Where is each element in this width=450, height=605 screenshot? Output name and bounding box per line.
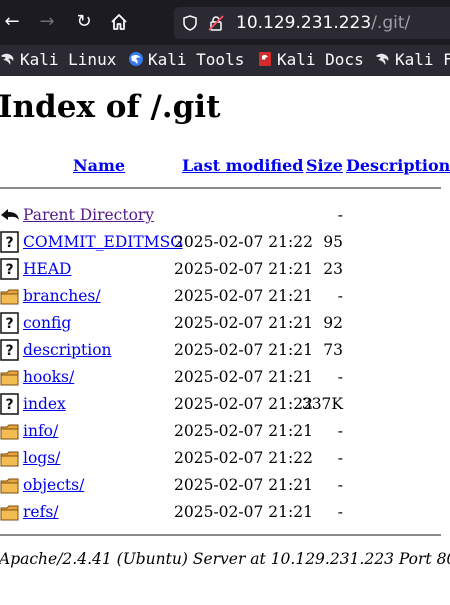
file-link[interactable]: branches/ [23, 286, 101, 306]
forward-arrow-icon[interactable]: → [36, 11, 58, 33]
svg-text:?: ? [5, 262, 13, 278]
bookmarks-bar: Kali Linux Kali Tools Kali Docs Kali F [0, 45, 450, 76]
server-signature: Apache/2.4.41 (Ubuntu) Server at 10.129.… [0, 550, 450, 568]
parent-directory-link[interactable]: Parent Directory [23, 205, 154, 225]
svg-text:?: ? [5, 343, 13, 359]
reload-icon[interactable]: ↻ [73, 11, 95, 33]
unknown-file-icon: ? [0, 258, 20, 280]
bookmark-kali-tools[interactable]: Kali Tools [128, 49, 244, 71]
kali-dragon-icon [1, 53, 14, 65]
folder-icon [0, 366, 20, 388]
url-host: 10.129.231.223 [236, 13, 372, 33]
size-cell: 23 [323, 260, 343, 278]
last-modified-cell: 2025-02-07 21:21 [174, 476, 313, 494]
folder-icon [0, 447, 20, 469]
last-modified-cell: 2025-02-07 21:21 [174, 287, 313, 305]
file-link[interactable]: info/ [23, 421, 58, 441]
bookmark-label: Kali Docs [277, 50, 364, 69]
bookmark-kali-forums[interactable]: Kali F [375, 49, 450, 71]
size-cell: - [337, 476, 343, 494]
home-icon[interactable] [108, 11, 130, 33]
file-link[interactable]: COMMIT_EDITMSG [23, 232, 183, 252]
size-cell: - [337, 206, 343, 224]
size-cell: 95 [323, 233, 343, 251]
size-cell: - [337, 368, 343, 386]
file-link[interactable]: HEAD [23, 259, 71, 279]
file-link[interactable]: config [23, 313, 71, 333]
folder-icon [0, 501, 20, 523]
table-row: ? COMMIT_EDITMSG 2025-02-07 21:22 95 [0, 229, 450, 256]
file-link[interactable]: logs/ [23, 448, 60, 468]
last-modified-cell: 2025-02-07 21:21 [174, 422, 313, 440]
svg-text:?: ? [5, 235, 13, 251]
last-modified-cell: 2025-02-07 21:21 [174, 368, 313, 386]
page-content: Index of /.git Name Last modified Size D… [0, 76, 450, 605]
footer-divider [0, 534, 441, 536]
table-row: logs/2025-02-07 21:22 - [0, 445, 450, 472]
column-header-name[interactable]: Name [73, 156, 125, 176]
size-cell: - [337, 422, 343, 440]
table-row: refs/2025-02-07 21:21 - [0, 499, 450, 526]
svg-text:?: ? [5, 397, 13, 413]
table-row: ? index 2025-02-07 21:22 337K [0, 391, 450, 418]
header-divider [0, 187, 441, 189]
last-modified-cell: 2025-02-07 21:21 [174, 503, 313, 521]
size-cell: - [337, 503, 343, 521]
kali-docs-icon [259, 52, 271, 66]
table-row: branches/2025-02-07 21:21 - [0, 283, 450, 310]
table-row: hooks/2025-02-07 21:21 - [0, 364, 450, 391]
file-link[interactable]: index [23, 394, 66, 414]
browser-toolbar: ← → ↻ 10.129.231.223/.git/ [0, 0, 450, 45]
folder-icon [0, 474, 20, 496]
last-modified-cell: 2025-02-07 21:21 [174, 341, 313, 359]
size-cell: 92 [323, 314, 343, 332]
unknown-file-icon: ? [0, 339, 20, 361]
table-row: ? HEAD 2025-02-07 21:21 23 [0, 256, 450, 283]
column-header-last-modified[interactable]: Last modified [182, 156, 303, 176]
back-arrow-icon[interactable]: ← [1, 11, 23, 33]
folder-icon [0, 420, 20, 442]
kali-dragon-icon [376, 53, 389, 65]
file-link[interactable]: objects/ [23, 475, 84, 495]
last-modified-cell: 2025-02-07 21:21 [174, 314, 313, 332]
unknown-file-icon: ? [0, 393, 20, 415]
bookmark-label: Kali Linux [20, 50, 117, 69]
column-header-description[interactable]: Description [346, 156, 450, 176]
tracking-shield-icon[interactable] [182, 15, 198, 31]
size-cell: - [337, 287, 343, 305]
table-row: info/2025-02-07 21:21 - [0, 418, 450, 445]
column-header-size[interactable]: Size [306, 156, 343, 176]
bookmark-kali-docs[interactable]: Kali Docs [257, 49, 364, 71]
last-modified-cell: 2025-02-07 21:22 [174, 395, 313, 413]
table-row: ? description 2025-02-07 21:21 73 [0, 337, 450, 364]
size-cell: 73 [323, 341, 343, 359]
table-row: objects/2025-02-07 21:21 - [0, 472, 450, 499]
size-cell: - [337, 449, 343, 467]
insecure-lock-icon[interactable] [208, 15, 224, 31]
file-link[interactable]: refs/ [23, 502, 59, 522]
bookmark-label: Kali Tools [148, 50, 245, 69]
page-title: Index of /.git [0, 89, 221, 125]
back-icon [0, 204, 20, 226]
kali-tools-icon [129, 52, 143, 66]
url-text[interactable]: 10.129.231.223/.git/ [236, 12, 410, 34]
address-bar[interactable]: 10.129.231.223/.git/ [174, 7, 450, 39]
file-link[interactable]: description [23, 340, 112, 360]
last-modified-cell: 2025-02-07 21:22 [174, 449, 313, 467]
bookmark-kali-linux[interactable]: Kali Linux [0, 49, 116, 71]
table-row: Parent Directory - [0, 202, 450, 229]
file-link[interactable]: hooks/ [23, 367, 74, 387]
url-path: /.git/ [371, 13, 411, 33]
last-modified-cell: 2025-02-07 21:22 [174, 233, 313, 251]
table-row: ? config 2025-02-07 21:21 92 [0, 310, 450, 337]
last-modified-cell: 2025-02-07 21:21 [174, 260, 313, 278]
svg-text:?: ? [5, 316, 13, 332]
size-cell: 337K [301, 395, 343, 413]
folder-icon [0, 285, 20, 307]
unknown-file-icon: ? [0, 312, 20, 334]
unknown-file-icon: ? [0, 231, 20, 253]
bookmark-label: Kali F [395, 50, 450, 69]
